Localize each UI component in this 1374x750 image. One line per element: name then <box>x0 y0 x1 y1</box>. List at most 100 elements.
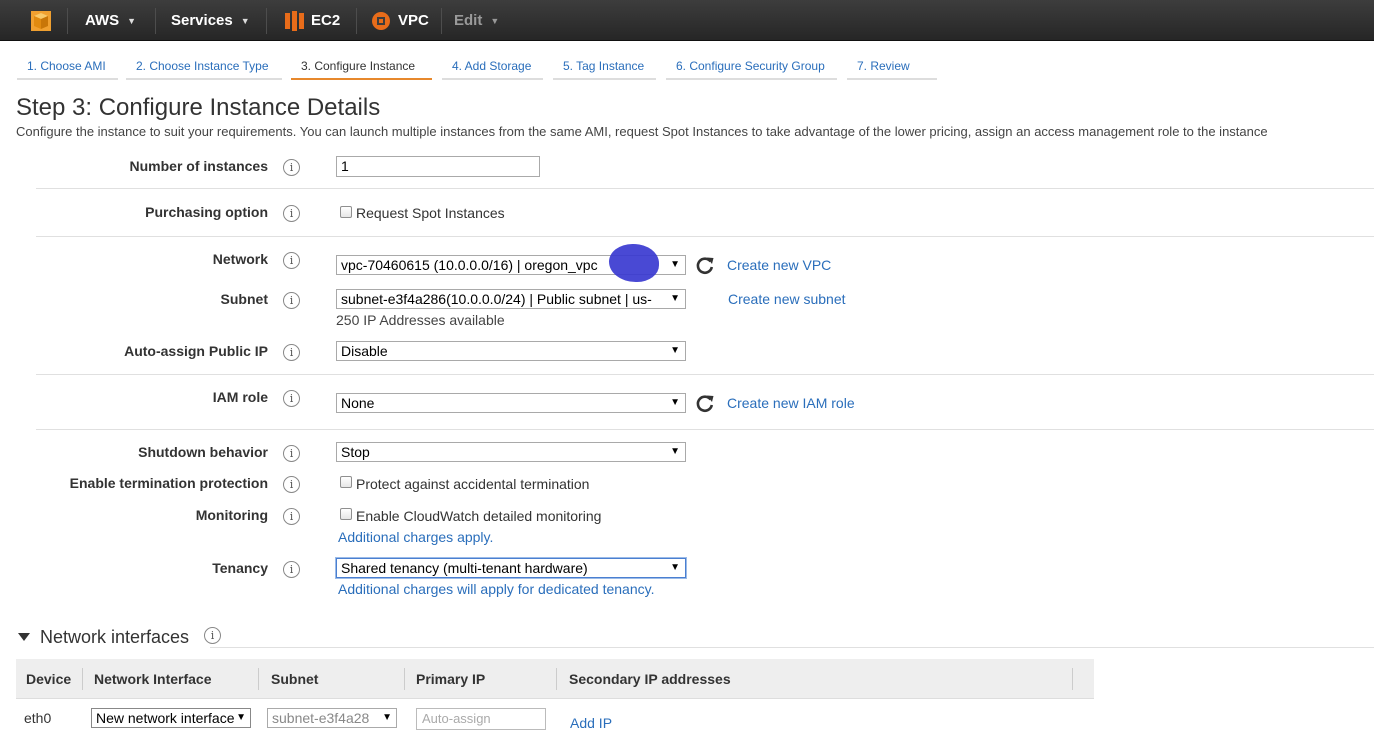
request-spot-instances-label[interactable]: Request Spot Instances <box>356 205 505 221</box>
create-new-subnet-link[interactable]: Create new subnet <box>728 291 846 307</box>
info-icon[interactable]: i <box>283 292 300 309</box>
wizard-step-tag-instance[interactable]: 5. Tag Instance <box>553 56 656 80</box>
info-icon[interactable]: i <box>283 476 300 493</box>
request-spot-instances-checkbox[interactable] <box>340 206 352 218</box>
network-interface-select[interactable]: New network interface ▼ <box>91 708 251 728</box>
vpc-shortcut[interactable]: VPC <box>371 0 429 41</box>
collapse-triangle-icon[interactable] <box>18 633 30 641</box>
monitoring-label: Monitoring <box>195 507 268 523</box>
refresh-icon[interactable] <box>695 255 715 275</box>
info-icon[interactable]: i <box>283 445 300 462</box>
wizard-step-configure-instance[interactable]: 3. Configure Instance <box>291 56 432 80</box>
chevron-down-icon: ▼ <box>240 15 250 26</box>
auto-assign-public-ip-value: Disable <box>341 343 388 359</box>
network-select-value: vpc-70460615 (10.0.0.0/16) | oregon_vpc <box>341 257 598 273</box>
wizard-step-add-storage[interactable]: 4. Add Storage <box>442 56 543 80</box>
wizard-step-choose-ami[interactable]: 1. Choose AMI <box>17 56 118 80</box>
column-divider <box>556 668 557 690</box>
auto-assign-public-ip-select[interactable]: Disable ▼ <box>336 341 686 361</box>
additional-charges-link[interactable]: Additional charges apply. <box>338 529 493 545</box>
ec2-icon <box>285 10 304 31</box>
network-label: Network <box>212 251 268 267</box>
tenancy-select[interactable]: Shared tenancy (multi-tenant hardware) ▼ <box>336 558 686 578</box>
column-divider <box>404 668 405 690</box>
refresh-icon[interactable] <box>695 393 715 413</box>
ip-addresses-available-note: 250 IP Addresses available <box>336 312 505 328</box>
wizard-step-label: 7. Review <box>857 59 910 73</box>
number-of-instances-label: Number of instances <box>129 158 268 174</box>
device-cell: eth0 <box>24 710 52 726</box>
nav-divider <box>67 8 68 34</box>
iam-role-label: IAM role <box>212 389 268 405</box>
services-menu-label: Services <box>171 12 233 29</box>
termination-protection-checkbox-label[interactable]: Protect against accidental termination <box>356 476 589 492</box>
services-menu[interactable]: Services ▼ <box>171 0 250 41</box>
info-icon[interactable]: i <box>283 390 300 407</box>
dropdown-arrow-icon: ▼ <box>670 446 680 457</box>
iam-role-select[interactable]: None ▼ <box>336 393 686 413</box>
section-divider <box>210 647 1374 648</box>
dropdown-arrow-icon: ▼ <box>382 712 392 723</box>
info-icon[interactable]: i <box>283 561 300 578</box>
info-icon[interactable]: i <box>283 344 300 361</box>
dropdown-arrow-icon: ▼ <box>670 345 680 356</box>
vpc-icon <box>372 11 390 30</box>
top-navigation-bar: AWS ▼ Services ▼ EC2 VPC Edit ▼ <box>0 0 1374 41</box>
auto-assign-public-ip-label: Auto-assign Public IP <box>124 343 268 359</box>
column-header-primary-ip: Primary IP <box>416 671 486 687</box>
chevron-down-icon: ▼ <box>490 15 500 26</box>
shutdown-behavior-label: Shutdown behavior <box>138 444 268 460</box>
info-icon[interactable]: i <box>283 159 300 176</box>
info-icon[interactable]: i <box>283 252 300 269</box>
subnet-select-value: subnet-e3f4a286(10.0.0.0/24) | Public su… <box>341 291 652 307</box>
tenancy-label: Tenancy <box>212 560 268 576</box>
dedicated-tenancy-charges-link[interactable]: Additional charges will apply for dedica… <box>338 581 654 597</box>
termination-protection-label: Enable termination protection <box>69 475 268 491</box>
wizard-step-configure-security-group[interactable]: 6. Configure Security Group <box>666 56 837 80</box>
vpc-shortcut-label: VPC <box>398 12 429 29</box>
wizard-step-label: 5. Tag Instance <box>563 59 645 73</box>
network-interfaces-title[interactable]: Network interfaces <box>40 627 189 648</box>
column-divider <box>1072 668 1073 690</box>
wizard-step-label: 1. Choose AMI <box>27 59 106 73</box>
cloudwatch-monitoring-checkbox[interactable] <box>340 508 352 520</box>
chevron-down-icon: ▼ <box>127 15 137 26</box>
nav-divider <box>266 8 267 34</box>
nav-divider <box>155 8 156 34</box>
row-divider <box>36 188 1374 189</box>
info-icon[interactable]: i <box>283 205 300 222</box>
termination-protection-checkbox[interactable] <box>340 476 352 488</box>
add-ip-link[interactable]: Add IP <box>570 715 612 731</box>
nav-divider <box>356 8 357 34</box>
create-new-vpc-link[interactable]: Create new VPC <box>727 257 831 273</box>
column-header-device: Device <box>26 671 72 687</box>
wizard-step-choose-instance-type[interactable]: 2. Choose Instance Type <box>126 56 282 80</box>
purchasing-option-label: Purchasing option <box>145 204 268 220</box>
primary-ip-input[interactable]: Auto-assign <box>416 708 546 730</box>
wizard-step-label: 4. Add Storage <box>452 59 532 73</box>
wizard-step-review[interactable]: 7. Review <box>847 56 937 80</box>
create-new-iam-role-link[interactable]: Create new IAM role <box>727 395 855 411</box>
page-title: Step 3: Configure Instance Details <box>16 94 381 121</box>
column-header-secondary-ip: Secondary IP addresses <box>569 671 731 687</box>
number-of-instances-input[interactable]: 1 <box>336 156 540 177</box>
aws-logo-icon[interactable] <box>30 0 52 41</box>
cloudwatch-monitoring-label[interactable]: Enable CloudWatch detailed monitoring <box>356 508 601 524</box>
info-icon[interactable]: i <box>204 627 221 644</box>
shutdown-behavior-select[interactable]: Stop ▼ <box>336 442 686 462</box>
aws-menu[interactable]: AWS ▼ <box>85 0 136 41</box>
dropdown-arrow-icon: ▼ <box>236 712 246 723</box>
redaction-mark <box>609 244 659 282</box>
iam-role-value: None <box>341 395 375 411</box>
row-divider <box>36 374 1374 375</box>
column-header-network-interface: Network Interface <box>94 671 212 687</box>
column-divider <box>258 668 259 690</box>
row-divider <box>36 236 1374 237</box>
dropdown-arrow-icon: ▼ <box>670 562 680 573</box>
dropdown-arrow-icon: ▼ <box>670 397 680 408</box>
ec2-shortcut[interactable]: EC2 <box>285 0 340 41</box>
info-icon[interactable]: i <box>283 508 300 525</box>
edit-menu[interactable]: Edit ▼ <box>454 0 499 41</box>
interface-subnet-select[interactable]: subnet-e3f4a28 ▼ <box>267 708 397 728</box>
subnet-select[interactable]: subnet-e3f4a286(10.0.0.0/24) | Public su… <box>336 289 686 309</box>
